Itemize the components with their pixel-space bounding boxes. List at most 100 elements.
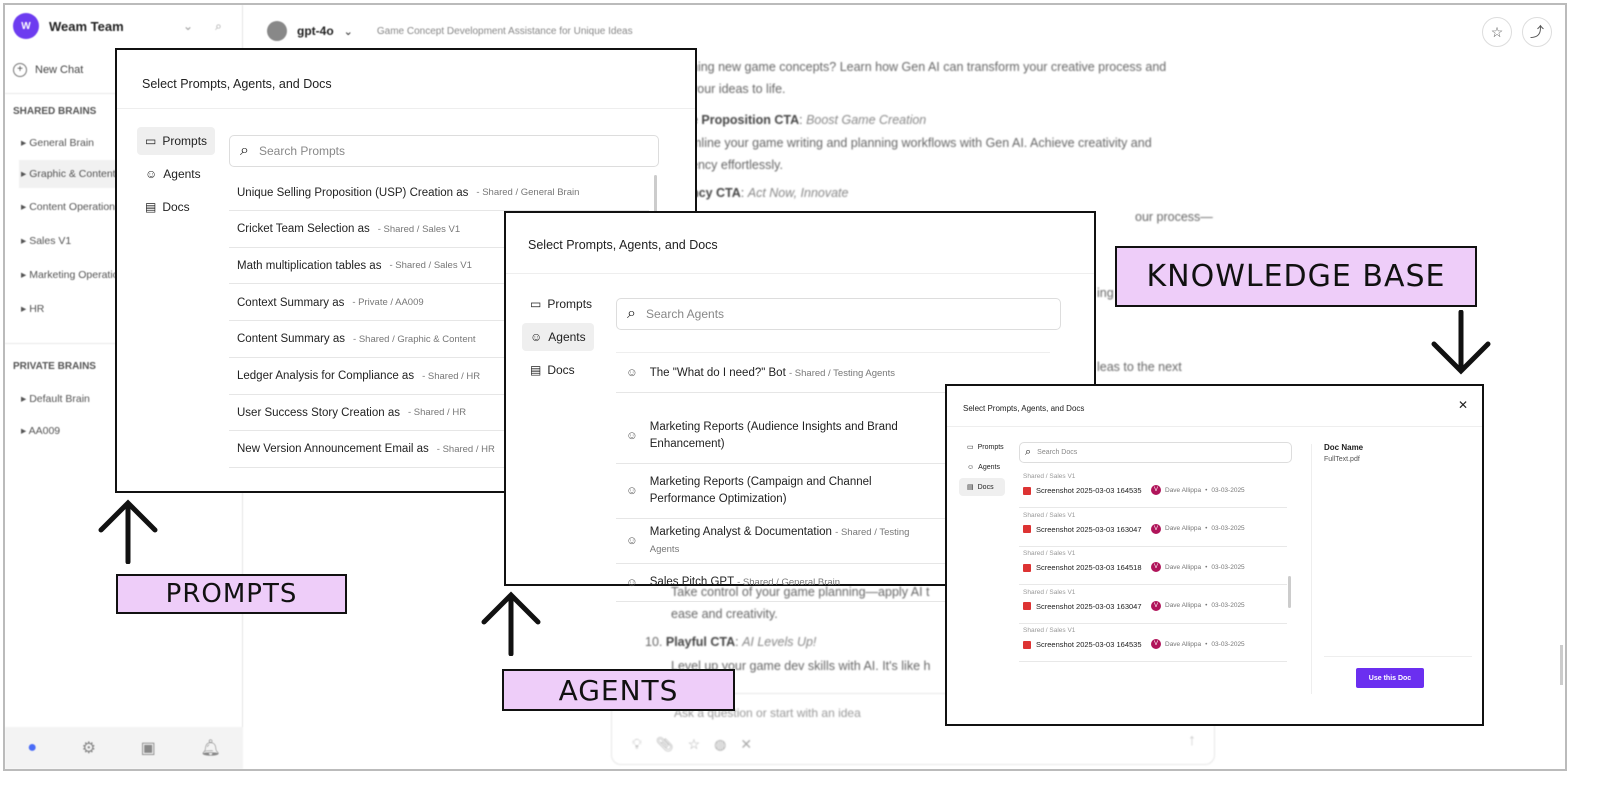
search-icon: ⌕ bbox=[240, 142, 249, 159]
prompt-name: Context Summary as bbox=[237, 296, 345, 309]
tab-prompts[interactable]: ▭ Prompts bbox=[522, 290, 600, 318]
prompt-location: - Private / AA009 bbox=[352, 297, 424, 309]
bulb-icon[interactable]: 💡︎ bbox=[632, 736, 642, 753]
search-docs-input[interactable]: ⌕ Search Docs bbox=[1019, 442, 1292, 463]
doc-file-name: Screenshot 2025-03-03 164535 bbox=[1036, 640, 1142, 649]
prompt-name: Ledger Analysis for Compliance as bbox=[237, 370, 415, 382]
robot-icon: ☺ bbox=[626, 535, 638, 547]
doc-name-label: Doc Name bbox=[1324, 443, 1364, 452]
callout-prompts: PROMPTS bbox=[116, 574, 347, 614]
send-icon[interactable]: ↑ bbox=[1188, 732, 1196, 750]
search-icon: ⌕ bbox=[1025, 446, 1032, 458]
scrollbar[interactable] bbox=[1288, 576, 1291, 608]
doc-file-name: Screenshot 2025-03-03 164535 bbox=[1036, 486, 1142, 495]
doc-path: Shared / Sales V1 bbox=[1023, 511, 1076, 519]
search-agents-input[interactable]: ⌕ Search Agents bbox=[616, 298, 1061, 330]
doc-file-name: Screenshot 2025-03-03 163047 bbox=[1036, 601, 1142, 611]
doc-date: 03-03-2025 bbox=[1211, 525, 1245, 532]
doc-path: Shared / Sales V1 bbox=[1023, 588, 1076, 596]
tab-docs[interactable]: ▤ Docs bbox=[137, 193, 198, 221]
doc-item[interactable]: Shared / Sales V1 Screenshot 2025-03-03 1… bbox=[1019, 509, 1287, 547]
tab-agents[interactable]: ☺ Agents bbox=[137, 160, 209, 188]
agent-location: - Shared / Testing Agents bbox=[788, 367, 895, 379]
doc-item[interactable]: Shared / Sales V1 Screenshot 2025-03-03 1… bbox=[1019, 470, 1287, 508]
avatar: V bbox=[1151, 562, 1161, 572]
prompt-name: User Success Story Creation as bbox=[237, 406, 400, 419]
avatar: V bbox=[1151, 523, 1161, 534]
pdf-icon bbox=[1023, 563, 1031, 572]
terminal-icon: ▭ bbox=[530, 297, 542, 311]
docs-modal: Select Prompts, Agents, and Docs ✕ ▭ Prom… bbox=[945, 384, 1484, 726]
tools-icon[interactable]: ✕ bbox=[740, 736, 752, 753]
agent-name: The "What do I need?" Bot bbox=[649, 366, 786, 379]
doc-path: Shared / Sales V1 bbox=[1023, 550, 1076, 557]
robot-icon: ☺ bbox=[626, 367, 638, 379]
agent-name: Marketing Reports (Audience Insights and… bbox=[649, 421, 898, 450]
doc-date: 03-03-2025 bbox=[1211, 563, 1245, 571]
doc-owner: Dave Allippa bbox=[1165, 640, 1202, 648]
tab-prompts[interactable]: ▭ Prompts bbox=[137, 127, 216, 155]
close-icon[interactable]: ✕ bbox=[1458, 398, 1468, 412]
scrollbar[interactable] bbox=[1560, 645, 1563, 685]
prompt-location: - Shared / HR bbox=[436, 443, 495, 455]
prompt-name: Cricket Team Selection as bbox=[237, 223, 370, 236]
terminal-icon: ▭ bbox=[145, 134, 157, 148]
doc-item[interactable]: Shared / Sales V1 Screenshot 2025-03-03 1… bbox=[1019, 586, 1287, 624]
doc-date: 03-03-2025 bbox=[1211, 640, 1245, 648]
doc-date: 03-03-2025 bbox=[1211, 486, 1245, 494]
globe-icon[interactable]: ◍ bbox=[714, 736, 726, 753]
use-doc-button[interactable]: Use this Doc bbox=[1356, 668, 1424, 688]
pdf-icon bbox=[1023, 640, 1031, 649]
prompt-location: - Shared / Sales V1 bbox=[377, 223, 461, 235]
doc-path: Shared / Sales V1 bbox=[1023, 627, 1076, 634]
doc-date: 03-03-2025 bbox=[1211, 602, 1245, 609]
pdf-icon bbox=[1023, 525, 1031, 533]
prompt-location: - Shared / HR bbox=[422, 370, 481, 382]
robot-icon: ☺ bbox=[967, 463, 975, 471]
prompt-name: New Version Announcement Email as bbox=[237, 443, 429, 456]
doc-item[interactable]: Shared / Sales V1 Screenshot 2025-03-03 1… bbox=[1019, 624, 1287, 662]
modal-title: Select Prompts, Agents, and Docs bbox=[528, 238, 718, 252]
doc-owner: Dave Allippa bbox=[1165, 602, 1202, 609]
pdf-icon bbox=[1023, 486, 1031, 495]
document-icon: ▤ bbox=[145, 200, 157, 214]
tab-prompts[interactable]: ▭ Prompts bbox=[959, 438, 1012, 456]
arrow-up-icon bbox=[481, 591, 541, 656]
document-icon: ▤ bbox=[530, 363, 542, 377]
arrow-up-icon bbox=[98, 499, 158, 564]
prompt-name: Content Summary as bbox=[237, 333, 346, 346]
star-icon[interactable]: ☆ bbox=[688, 736, 701, 753]
agent-location: - Shared / General Brain bbox=[737, 577, 841, 588]
robot-icon: ☺ bbox=[530, 330, 543, 344]
prompt-name: Unique Selling Proposition (USP) Creatio… bbox=[237, 186, 469, 199]
tab-docs[interactable]: ▤ Docs bbox=[522, 356, 583, 384]
tab-agents[interactable]: ☺ Agents bbox=[522, 323, 594, 351]
robot-icon: ☺ bbox=[145, 167, 158, 181]
prompt-location: - Shared / General Brain bbox=[476, 187, 580, 198]
pdf-icon bbox=[1023, 602, 1031, 610]
prompt-location: - Shared / HR bbox=[407, 407, 467, 419]
tab-docs[interactable]: ▤ Docs bbox=[959, 478, 1005, 496]
robot-icon: ☺ bbox=[626, 485, 638, 497]
doc-name-value: FullText.pdf bbox=[1324, 456, 1360, 463]
search-prompts-input[interactable]: ⌕ Search Prompts bbox=[229, 135, 659, 167]
doc-item[interactable]: Shared / Sales V1 Screenshot 2025-03-03 1… bbox=[1019, 547, 1287, 585]
prompt-name: Math multiplication tables as bbox=[237, 259, 382, 272]
doc-owner: Dave Allippa bbox=[1165, 525, 1202, 532]
avatar: V bbox=[1151, 600, 1161, 611]
prompt-location: - Shared / Graphic & Content bbox=[353, 333, 476, 345]
tab-agents[interactable]: ☺ Agents bbox=[959, 458, 1008, 476]
prompt-location: - Shared / Sales V1 bbox=[389, 260, 472, 272]
doc-owner: Dave Allippa bbox=[1165, 563, 1202, 571]
agent-name: Sales Pitch GPT bbox=[649, 576, 734, 588]
search-icon: ⌕ bbox=[627, 305, 636, 322]
attach-icon[interactable]: 📎︎ bbox=[656, 736, 674, 753]
callout-agents: AGENTS bbox=[502, 669, 735, 711]
robot-icon: ☺ bbox=[626, 430, 638, 442]
doc-path: Shared / Sales V1 bbox=[1023, 473, 1076, 480]
robot-icon: ☺ bbox=[626, 576, 638, 589]
doc-file-name: Screenshot 2025-03-03 163047 bbox=[1036, 524, 1142, 534]
agent-name: Marketing Analyst & Documentation bbox=[649, 526, 832, 538]
prompt-item[interactable]: Unique Selling Proposition (USP) Creatio… bbox=[229, 175, 649, 211]
terminal-icon: ▭ bbox=[967, 444, 974, 451]
